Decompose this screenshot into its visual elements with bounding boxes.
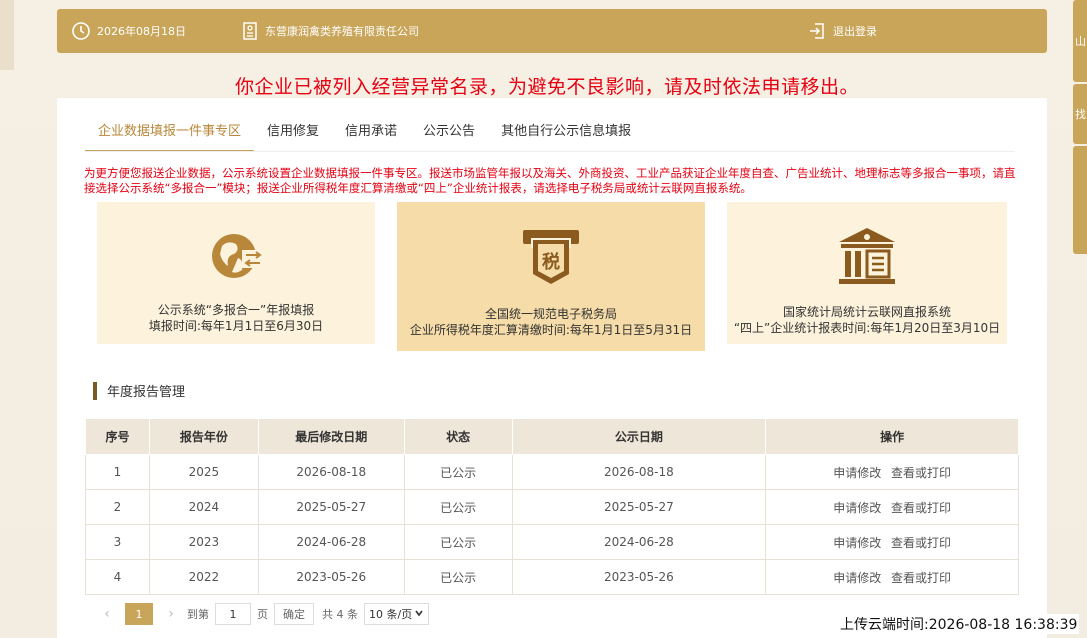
tab-credit-commitment[interactable]: 信用承诺 <box>332 122 410 152</box>
cell-year: 2022 <box>148 559 259 595</box>
next-page-icon[interactable]: › <box>161 606 181 622</box>
cell-modified: 2023-05-26 <box>257 559 405 595</box>
cell-status: 已公示 <box>403 489 513 525</box>
cell-year: 2025 <box>148 454 259 490</box>
chevron-down-icon <box>414 608 424 621</box>
table-row: 3 2023 2024-06-28 已公示 2024-06-28 申请修改 查看… <box>85 524 1019 560</box>
th-no: 序号 <box>85 418 150 455</box>
cell-modified: 2026-08-18 <box>257 454 405 490</box>
cell-no: 4 <box>85 559 150 595</box>
th-modified: 最后修改日期 <box>257 418 405 455</box>
cell-no: 1 <box>85 454 150 490</box>
page-number-current[interactable]: 1 <box>125 603 153 625</box>
header-company-name: 东营康润禽类养殖有限责任公司 <box>265 25 419 38</box>
top-header-bar: 2026年08月18日 东营康润禽类养殖有限责任公司 退出登录 <box>57 9 1047 53</box>
cell-ops: 申请修改 查看或打印 <box>765 489 1019 525</box>
th-status: 状态 <box>403 418 513 455</box>
tab-public-notice[interactable]: 公示公告 <box>410 122 488 152</box>
tab-divider <box>85 151 1015 152</box>
card-annual-report-time: 填报时间:每年1月1日至6月30日 <box>148 319 324 333</box>
card-e-tax-title: 全国统一规范电子税务局 <box>484 307 617 321</box>
view-print-link[interactable]: 查看或打印 <box>891 536 951 550</box>
cell-published: 2023-05-26 <box>511 559 767 595</box>
cell-no: 3 <box>85 524 150 560</box>
tab-data-filing[interactable]: 企业数据填报一件事专区 <box>85 122 255 152</box>
clock-icon <box>71 21 91 41</box>
cell-modified: 2024-06-28 <box>257 524 405 560</box>
notice-text: 为更方便您报送企业数据，公示系统设置企业数据填报一件事专区。报送市场监管年报以及… <box>84 166 1016 195</box>
pagination: ‹ 1 › 到第 页 确定 共 4 条 10 条/页 <box>97 602 430 626</box>
card-e-tax-time: 企业所得税年度汇算清缴时间:每年1月1日至5月31日 <box>409 323 693 337</box>
header-date-text: 2026年08月18日 <box>97 25 186 38</box>
tax-icon: 税 <box>519 224 583 292</box>
tab-credit-repair[interactable]: 信用修复 <box>254 122 332 152</box>
cell-year: 2024 <box>148 489 259 525</box>
view-print-link[interactable]: 查看或打印 <box>891 571 951 585</box>
goto-page-input[interactable] <box>215 603 251 625</box>
building-icon <box>835 224 899 292</box>
cell-no: 2 <box>85 489 150 525</box>
card-annual-report[interactable]: 公示系统“多报合一”年报填报 填报时间:每年1月1日至6月30日 <box>97 202 375 344</box>
cell-ops: 申请修改 查看或打印 <box>765 524 1019 560</box>
tab-bar: 企业数据填报一件事专区 信用修复 信用承诺 公示公告 其他自行公示信息填报 <box>85 122 644 152</box>
cell-status: 已公示 <box>403 559 513 595</box>
section-title-bar <box>93 381 97 400</box>
logout-label: 退出登录 <box>833 25 877 38</box>
table-row: 4 2022 2023-05-26 已公示 2023-05-26 申请修改 查看… <box>85 559 1019 595</box>
svg-text:税: 税 <box>542 251 560 273</box>
table-header-row: 序号 报告年份 最后修改日期 状态 公示日期 操作 <box>85 418 1019 455</box>
side-tab-2-label: 找 <box>1075 108 1086 121</box>
cell-published: 2025-05-27 <box>511 489 767 525</box>
logout-button[interactable]: 退出登录 <box>807 9 877 53</box>
cell-status: 已公示 <box>403 454 513 490</box>
side-tab-1-label: 山 <box>1075 35 1086 48</box>
apply-modify-link[interactable]: 申请修改 <box>833 501 881 515</box>
table-row: 2 2024 2025-05-27 已公示 2025-05-27 申请修改 查看… <box>85 489 1019 525</box>
cell-status: 已公示 <box>403 524 513 560</box>
globe-arrows-icon <box>204 226 268 290</box>
left-edge-strip <box>0 0 14 70</box>
tab-other-disclosure[interactable]: 其他自行公示信息填报 <box>488 122 644 152</box>
card-stats-bureau[interactable]: 国家统计局统计云联网直报系统 “四上”企业统计报表时间:每年1月20日至3月10… <box>727 202 1007 344</box>
th-published: 公示日期 <box>511 418 767 455</box>
goto-confirm-button[interactable]: 确定 <box>274 603 314 625</box>
side-tab-1[interactable]: 山 <box>1073 0 1087 82</box>
annual-report-table: 序号 报告年份 最后修改日期 状态 公示日期 操作 1 2025 2026-08… <box>85 418 1019 595</box>
header-company: 东营康润禽类养殖有限责任公司 <box>241 9 419 53</box>
section-title: 年度报告管理 <box>93 381 185 400</box>
apply-modify-link[interactable]: 申请修改 <box>833 571 881 585</box>
main-panel: 企业数据填报一件事专区 信用修复 信用承诺 公示公告 其他自行公示信息填报 为更… <box>57 98 1047 638</box>
cell-ops: 申请修改 查看或打印 <box>765 559 1019 595</box>
side-tab-3[interactable] <box>1073 146 1087 254</box>
abnormal-list-warning: 你企业已被列入经营异常名录，为避免不良影响，请及时依法申请移出。 <box>234 76 859 98</box>
th-ops: 操作 <box>765 418 1019 455</box>
cell-published: 2026-08-18 <box>511 454 767 490</box>
view-print-link[interactable]: 查看或打印 <box>891 501 951 515</box>
cell-published: 2024-06-28 <box>511 524 767 560</box>
total-count: 共 4 条 <box>322 608 358 621</box>
card-stats-title: 国家统计局统计云联网直报系统 <box>782 305 951 319</box>
apply-modify-link[interactable]: 申请修改 <box>833 536 881 550</box>
cell-year: 2023 <box>148 524 259 560</box>
page-unit-label: 页 <box>257 608 268 621</box>
table-row: 1 2025 2026-08-18 已公示 2026-08-18 申请修改 查看… <box>85 454 1019 490</box>
card-e-tax-bureau[interactable]: 税 全国统一规范电子税务局 企业所得税年度汇算清缴时间:每年1月1日至5月31日 <box>397 202 705 351</box>
goto-label: 到第 <box>187 608 209 621</box>
document-icon <box>241 21 259 41</box>
apply-modify-link[interactable]: 申请修改 <box>833 466 881 480</box>
upload-time-text: 上传云端时间:2026-08-18 16:38:39 <box>838 614 1080 634</box>
section-title-text: 年度报告管理 <box>107 385 186 400</box>
page-size-select[interactable]: 10 条/页 <box>364 603 430 625</box>
logout-icon <box>807 21 827 41</box>
page-size-value: 10 条/页 <box>369 608 413 621</box>
header-date: 2026年08月18日 <box>71 9 186 53</box>
card-stats-time: “四上”企业统计报表时间:每年1月20日至3月10日 <box>733 321 1001 335</box>
th-year: 报告年份 <box>148 418 259 455</box>
prev-page-icon[interactable]: ‹ <box>97 606 117 622</box>
view-print-link[interactable]: 查看或打印 <box>891 466 951 480</box>
cell-ops: 申请修改 查看或打印 <box>765 454 1019 490</box>
card-annual-report-title: 公示系统“多报合一”年报填报 <box>157 303 315 317</box>
cell-modified: 2025-05-27 <box>257 489 405 525</box>
